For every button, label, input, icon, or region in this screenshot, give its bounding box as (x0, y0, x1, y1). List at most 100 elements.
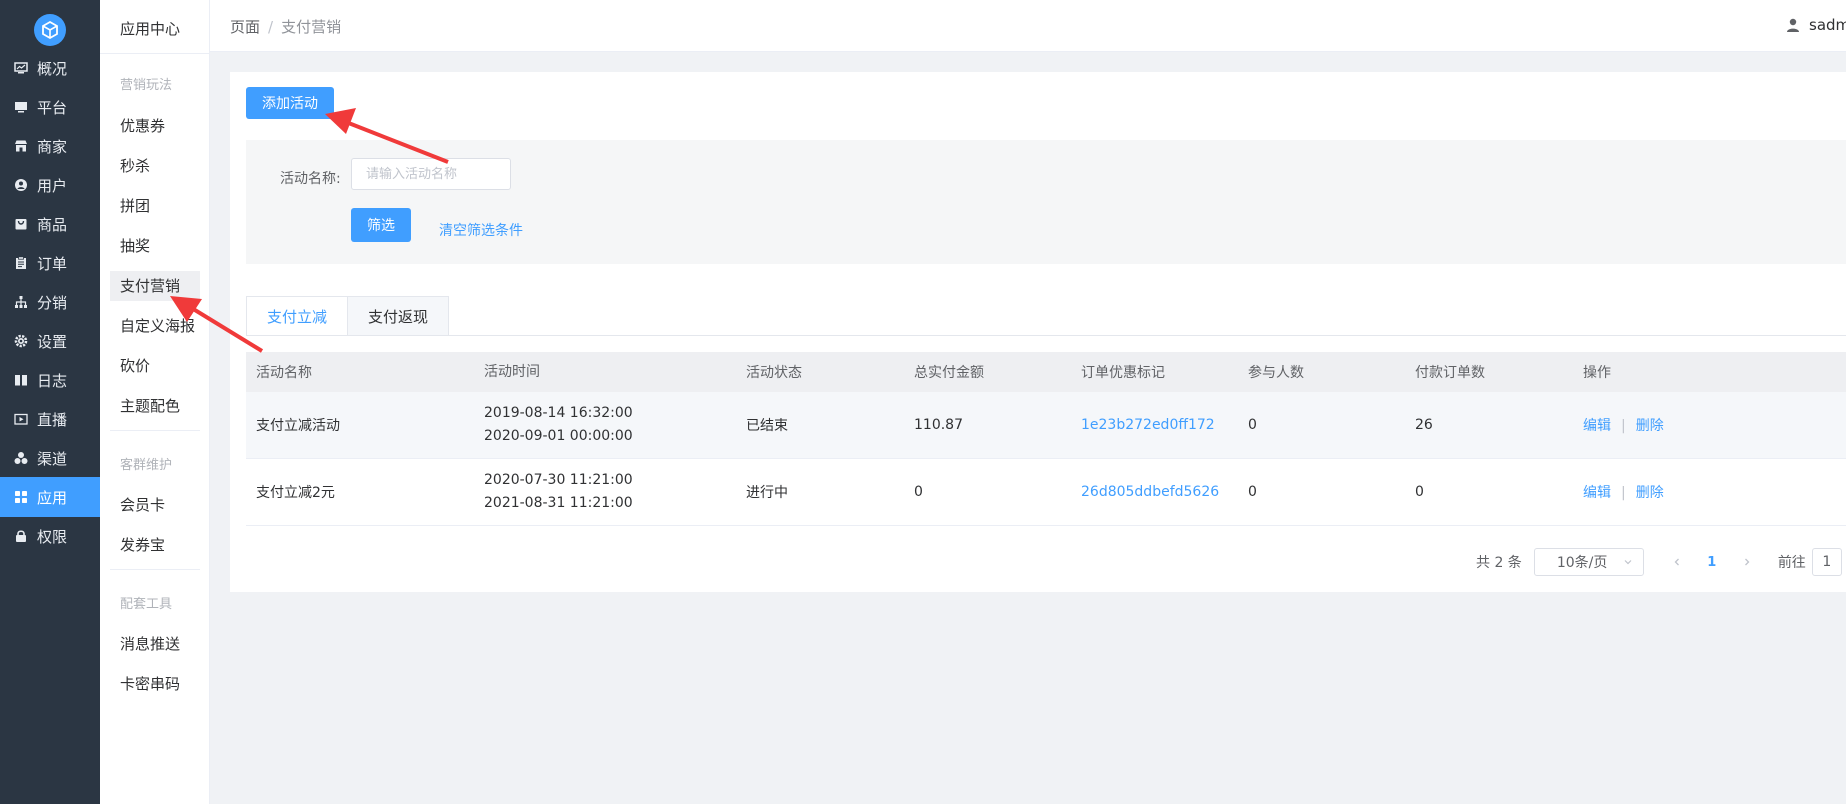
sub-item-theme-color[interactable]: 主题配色 (110, 391, 200, 421)
column-header: 订单优惠标记 (1081, 365, 1165, 381)
tab-payment-cashback[interactable]: 支付返现 (348, 296, 450, 336)
nav-item-label: 商家 (37, 137, 68, 156)
cell-people: 0 (1248, 484, 1257, 500)
sub-menu: 应用中心 营销玩法 优惠券 秒杀 拼团 抽奖 支付营销 自定义海报 砍价 主题配… (100, 0, 210, 804)
sub-item-coupon[interactable]: 优惠券 (110, 111, 200, 141)
next-page-button[interactable] (1732, 548, 1762, 576)
cell-end-time: 2021-08-31 11:21:00 (484, 495, 633, 511)
sub-item-message-push[interactable]: 消息推送 (110, 629, 200, 659)
group-label-tools: 配套工具 (120, 597, 173, 612)
page-size-select[interactable]: 10条/页 (1533, 548, 1644, 576)
sub-item-flash-sale[interactable]: 秒杀 (110, 151, 200, 181)
nav-item-4[interactable]: 商品 (0, 204, 100, 244)
cell-discount-tag-link[interactable]: 26d805ddbefd5626 (1071, 484, 1238, 500)
monitor-icon (14, 61, 28, 75)
cell-time: 2020-07-30 11:21:00 2021-08-31 11:21:00 (474, 469, 736, 515)
nav-item-1[interactable]: 平台 (0, 87, 100, 127)
add-activity-button[interactable]: 添加活动 (246, 87, 334, 119)
main-nav: 概况 平台商家用户商品订单分销设置日志 直播渠道应用权限 (0, 0, 100, 804)
divider (100, 53, 210, 54)
nav-item-9[interactable]: 直播 (0, 399, 100, 439)
edit-link[interactable]: 编辑 (1583, 485, 1611, 501)
main-panel: 添加活动 活动名称: 筛选 清空筛选条件 支付立减 支付返现 活动名称 活动时间… (230, 72, 1846, 592)
column-header: 活动名称 (256, 365, 312, 381)
group-label-customer: 客群维护 (120, 458, 173, 473)
user-icon (1787, 18, 1799, 32)
cell-discount-tag-link[interactable]: 1e23b272ed0ff172 (1071, 417, 1238, 433)
nav-item-label: 商品 (37, 215, 68, 234)
top-bar: 页面 / 支付营销 sadm (210, 0, 1846, 52)
app-logo[interactable] (34, 14, 66, 46)
page-size-value: 10条/页 (1556, 555, 1608, 571)
lock-icon (14, 529, 28, 543)
nav-item-3[interactable]: 用户 (0, 165, 100, 205)
cell-operations: 编辑 | 删除 (1573, 482, 1773, 502)
operation-separator: | (1621, 485, 1626, 501)
nav-item-label: 应用 (37, 488, 68, 507)
column-header: 活动时间 (484, 363, 540, 380)
edit-link[interactable]: 编辑 (1583, 418, 1611, 434)
page-number-current[interactable]: 1 (1692, 548, 1732, 576)
nav-item-6[interactable]: 分销 (0, 282, 100, 322)
delete-link[interactable]: 删除 (1636, 485, 1664, 501)
nav-item-label: 设置 (37, 332, 68, 351)
activity-name-label: 活动名称: (280, 171, 341, 187)
column-header: 付款订单数 (1415, 365, 1485, 381)
pagination: 共 2 条 10条/页 1 前往 1 (1476, 548, 1842, 576)
user-menu[interactable]: sadm (1785, 16, 1846, 34)
nav-item-8[interactable]: 日志 (0, 360, 100, 400)
breadcrumb-item-page[interactable]: 页面 (230, 18, 260, 36)
table-row: 支付立减2元 2020-07-30 11:21:00 2021-08-31 11… (246, 459, 1846, 526)
group-label-marketing: 营销玩法 (120, 78, 173, 93)
filter-button[interactable]: 筛选 (351, 208, 411, 242)
sitemap-icon (14, 295, 28, 309)
activity-name-input[interactable] (351, 158, 511, 190)
activity-table: 活动名称 活动时间 活动状态 总实付金额 订单优惠标记 参与人数 付款订单数 操… (246, 352, 1846, 526)
cell-status: 已结束 (746, 418, 788, 434)
sub-item-payment-marketing[interactable]: 支付营销 (110, 271, 200, 301)
table-row: 支付立减活动 2019-08-14 16:32:00 2020-09-01 00… (246, 392, 1846, 459)
gear-icon (14, 334, 28, 348)
sub-item-lottery[interactable]: 抽奖 (110, 231, 200, 261)
sub-item-group-buy[interactable]: 拼团 (110, 191, 200, 221)
nav-item-5[interactable]: 订单 (0, 243, 100, 283)
nav-item-0[interactable]: 概况 (0, 48, 100, 88)
cube-logo-icon (42, 20, 58, 40)
sub-item-card-code[interactable]: 卡密串码 (110, 669, 200, 699)
sub-item-member-card[interactable]: 会员卡 (110, 490, 200, 520)
sub-item-custom-poster[interactable]: 自定义海报 (110, 311, 200, 341)
video-icon (14, 412, 28, 426)
column-header: 操作 (1583, 365, 1611, 381)
cluster-icon (14, 451, 28, 465)
nav-item-10[interactable]: 渠道 (0, 438, 100, 478)
sub-item-bargain[interactable]: 砍价 (110, 351, 200, 381)
column-header: 活动状态 (746, 365, 802, 381)
breadcrumb-item-current: 支付营销 (281, 18, 342, 36)
prev-page-button[interactable] (1662, 548, 1692, 576)
desktop-icon (14, 100, 28, 114)
cell-amount: 0 (914, 484, 923, 500)
clear-filter-link[interactable]: 清空筛选条件 (439, 220, 523, 240)
pagination-total: 共 2 条 (1476, 555, 1522, 571)
cell-people: 0 (1248, 417, 1257, 433)
nav-item-12[interactable]: 权限 (0, 516, 100, 556)
tab-bar: 支付立减 支付返现 (246, 296, 450, 336)
cell-time: 2019-08-14 16:32:00 2020-09-01 00:00:00 (474, 402, 736, 448)
table-header: 活动名称 活动时间 活动状态 总实付金额 订单优惠标记 参与人数 付款订单数 操… (246, 352, 1846, 392)
breadcrumb: 页面 / 支付营销 (230, 16, 341, 37)
tab-payment-discount[interactable]: 支付立减 (246, 296, 349, 336)
nav-item-label: 用户 (37, 176, 68, 195)
delete-link[interactable]: 删除 (1636, 418, 1664, 434)
nav-item-label: 订单 (37, 254, 68, 273)
bag-icon (14, 217, 28, 231)
sub-item-coupon-treasure[interactable]: 发券宝 (110, 530, 200, 560)
nav-item-2[interactable]: 商家 (0, 126, 100, 166)
goto-label: 前往 (1777, 555, 1806, 571)
nav-item-7[interactable]: 设置 (0, 321, 100, 361)
nav-item-11[interactable]: 应用 (0, 477, 100, 517)
user-name: sadm (1809, 16, 1846, 34)
goto-page-input[interactable]: 1 (1811, 548, 1842, 576)
breadcrumb-separator: / (268, 18, 274, 36)
nav-item-label: 渠道 (37, 449, 68, 468)
nav-item-label: 分销 (37, 293, 68, 312)
